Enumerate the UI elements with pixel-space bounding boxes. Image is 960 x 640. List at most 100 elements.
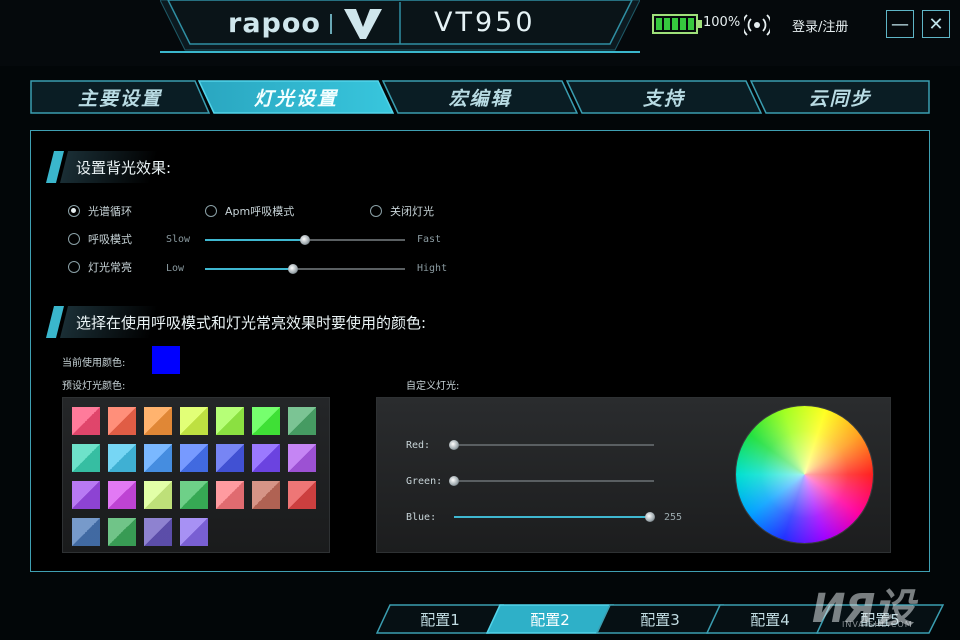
preset-color-swatch[interactable]	[180, 481, 208, 509]
tab-label: 云同步	[808, 87, 872, 110]
radio-always-on[interactable]: 灯光常亮	[68, 259, 132, 275]
slider-thumb[interactable]	[449, 476, 459, 486]
speed-slider[interactable]	[205, 234, 405, 246]
brightness-slider[interactable]	[205, 263, 405, 275]
custom-light-label: 自定义灯光:	[406, 381, 460, 392]
preset-color-swatch[interactable]	[108, 518, 136, 546]
preset-color-grid	[62, 397, 330, 553]
section-title: 设置背光效果:	[76, 159, 172, 177]
profile-2-tab[interactable]: 配置2	[486, 604, 614, 634]
preset-color-swatch[interactable]	[144, 481, 172, 509]
profile-3-tab[interactable]: 配置3	[596, 604, 724, 634]
radio-dot	[68, 233, 80, 245]
brightness-max-label: Hight	[417, 263, 448, 274]
preset-color-swatch[interactable]	[144, 407, 172, 435]
current-color-swatch	[152, 346, 180, 374]
radio-spectrum-cycle[interactable]: 光谱循环	[68, 203, 132, 219]
preset-color-swatch[interactable]	[72, 444, 100, 472]
profile-label: 配置2	[530, 610, 570, 629]
slider-thumb[interactable]	[300, 235, 310, 245]
close-icon: ✕	[928, 13, 944, 35]
wireless-icon	[744, 14, 770, 36]
preset-color-swatch[interactable]	[252, 481, 280, 509]
preset-color-swatch[interactable]	[72, 481, 100, 509]
model-name: VT950	[434, 7, 536, 38]
radio-apm-breathing[interactable]: Apm呼吸模式	[205, 203, 294, 219]
preset-color-swatch[interactable]	[108, 407, 136, 435]
v-logo-icon	[344, 9, 382, 39]
preset-color-swatch[interactable]	[108, 444, 136, 472]
slider-thumb[interactable]	[449, 440, 459, 450]
battery-tip	[698, 20, 702, 28]
preset-color-swatch[interactable]	[216, 444, 244, 472]
tab-label: 宏编辑	[448, 87, 512, 110]
tab-support[interactable]: 支持	[566, 80, 762, 114]
speed-min-label: Slow	[166, 234, 191, 245]
tab-main-settings[interactable]: 主要设置	[30, 80, 210, 114]
blue-slider[interactable]	[454, 511, 655, 523]
preset-color-swatch[interactable]	[252, 407, 280, 435]
radio-label: 灯光常亮	[88, 261, 132, 274]
blue-value: 255	[664, 512, 683, 523]
tab-label: 灯光设置	[253, 87, 338, 110]
profile-label: 配置3	[640, 610, 680, 629]
site-watermark: ИЯ设 INVAISHE.COM	[812, 576, 952, 632]
main-tabs: 主要设置 灯光设置 宏编辑 支持 云同步	[30, 80, 930, 116]
color-wheel[interactable]	[736, 406, 873, 543]
login-register-link[interactable]: 登录/注册	[792, 16, 848, 35]
red-slider[interactable]	[449, 439, 654, 451]
slider-thumb[interactable]	[645, 512, 655, 522]
tab-label: 主要设置	[77, 87, 162, 110]
radio-label: 呼吸模式	[88, 233, 132, 246]
radio-lights-off[interactable]: 关闭灯光	[370, 203, 434, 219]
radio-dot	[205, 205, 217, 217]
radio-label: Apm呼吸模式	[225, 205, 295, 218]
tab-lighting-settings[interactable]: 灯光设置	[198, 80, 394, 114]
profile-1-tab[interactable]: 配置1	[376, 604, 504, 634]
preset-color-swatch[interactable]	[72, 518, 100, 546]
preset-color-swatch[interactable]	[216, 481, 244, 509]
profile-label: 配置4	[750, 610, 790, 629]
close-button[interactable]: ✕	[922, 10, 950, 38]
preset-color-swatch[interactable]	[288, 444, 316, 472]
minimize-icon: —	[891, 13, 909, 35]
radio-dot	[370, 205, 382, 217]
radio-breathing-mode[interactable]: 呼吸模式	[68, 231, 132, 247]
watermark-subtext: INVAISHE.COM	[842, 620, 913, 629]
preset-color-swatch[interactable]	[144, 444, 172, 472]
preset-color-swatch[interactable]	[216, 407, 244, 435]
brand-separator	[330, 14, 332, 34]
brightness-min-label: Low	[166, 263, 185, 274]
tab-macro-editor[interactable]: 宏编辑	[382, 80, 578, 114]
tab-cloud-sync[interactable]: 云同步	[750, 80, 930, 114]
preset-color-swatch[interactable]	[252, 444, 280, 472]
blue-label: Blue:	[406, 512, 437, 523]
section-title: 选择在使用呼吸模式和灯光常亮效果时要使用的颜色:	[76, 314, 427, 332]
preset-color-swatch[interactable]	[180, 444, 208, 472]
preset-color-swatch[interactable]	[288, 407, 316, 435]
radio-dot	[68, 261, 80, 273]
battery-percent: 100%	[703, 15, 741, 30]
minimize-button[interactable]: —	[886, 10, 914, 38]
preset-color-swatch[interactable]	[180, 518, 208, 546]
speed-max-label: Fast	[417, 234, 442, 245]
green-label: Green:	[406, 476, 443, 487]
brand-logo: rapoo	[228, 8, 321, 39]
title-bar: rapoo VT950 100% 登录/注册 — ✕	[0, 0, 960, 66]
green-slider[interactable]	[449, 475, 654, 487]
current-color-label: 当前使用颜色:	[62, 358, 126, 369]
red-label: Red:	[406, 440, 431, 451]
preset-color-swatch[interactable]	[180, 407, 208, 435]
preset-color-swatch[interactable]	[108, 481, 136, 509]
radio-label: 关闭灯光	[390, 205, 434, 218]
radio-dot	[68, 205, 80, 217]
preset-color-swatch[interactable]	[144, 518, 172, 546]
slider-thumb[interactable]	[288, 264, 298, 274]
preset-color-swatch[interactable]	[288, 481, 316, 509]
preset-colors-label: 预设灯光颜色:	[62, 381, 126, 392]
tab-label: 支持	[642, 87, 685, 110]
preset-color-swatch[interactable]	[72, 407, 100, 435]
profile-label: 配置1	[420, 610, 460, 629]
radio-label: 光谱循环	[88, 205, 132, 218]
battery-icon	[652, 14, 698, 34]
